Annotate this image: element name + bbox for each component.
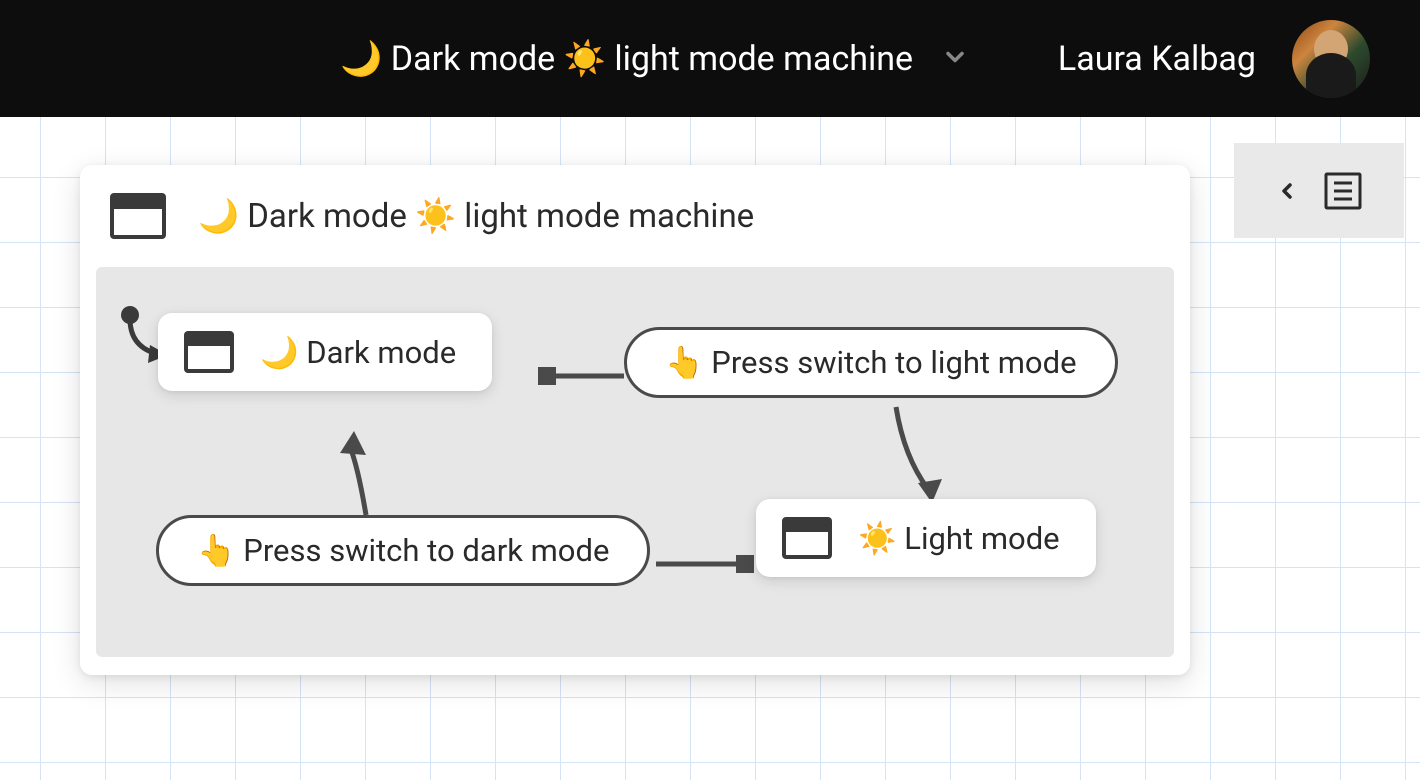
arrow-event-to-light bbox=[896, 407, 942, 503]
event-label: 👆 Press switch to dark mode bbox=[197, 532, 609, 569]
panel-icon bbox=[1323, 171, 1363, 211]
machine-panel[interactable]: 🌙 Dark mode ☀️ light mode machine bbox=[80, 165, 1190, 675]
event-to-dark-mode[interactable]: 👆 Press switch to dark mode bbox=[156, 515, 650, 586]
project-title: 🌙 Dark mode ☀️ light mode machine bbox=[340, 39, 913, 79]
side-panel-toggle[interactable] bbox=[1234, 143, 1404, 238]
connector-light-to-event bbox=[656, 555, 754, 573]
current-user-name: Laura Kalbag bbox=[1058, 39, 1256, 79]
state-node-dark-mode[interactable]: 🌙 Dark mode bbox=[158, 313, 492, 391]
avatar[interactable] bbox=[1292, 20, 1370, 98]
project-dropdown-trigger[interactable] bbox=[941, 43, 969, 75]
state-label: 🌙 Dark mode bbox=[260, 334, 456, 371]
state-icon bbox=[184, 331, 234, 373]
machine-title: 🌙 Dark mode ☀️ light mode machine bbox=[198, 197, 754, 236]
state-node-light-mode[interactable]: ☀️ Light mode bbox=[756, 499, 1096, 577]
state-icon bbox=[782, 517, 832, 559]
editor-canvas[interactable]: 🌙 Dark mode ☀️ light mode machine bbox=[0, 117, 1420, 780]
chevron-down-icon bbox=[941, 43, 969, 71]
machine-header: 🌙 Dark mode ☀️ light mode machine bbox=[80, 165, 1190, 263]
event-label: 👆 Press switch to light mode bbox=[665, 344, 1077, 381]
event-to-light-mode[interactable]: 👆 Press switch to light mode bbox=[624, 327, 1118, 398]
state-label: ☀️ Light mode bbox=[858, 520, 1060, 557]
header-right: Laura Kalbag bbox=[1058, 20, 1370, 98]
machine-body[interactable]: 🌙 Dark mode 👆 Press switch to light mode… bbox=[96, 267, 1174, 657]
arrow-event-to-dark bbox=[340, 431, 366, 515]
app-header: 🌙 Dark mode ☀️ light mode machine Laura … bbox=[0, 0, 1420, 117]
chevron-left-icon bbox=[1275, 179, 1299, 203]
header-title-group: 🌙 Dark mode ☀️ light mode machine bbox=[340, 39, 969, 79]
machine-icon bbox=[110, 193, 166, 239]
connector-dark-to-event bbox=[538, 367, 624, 385]
